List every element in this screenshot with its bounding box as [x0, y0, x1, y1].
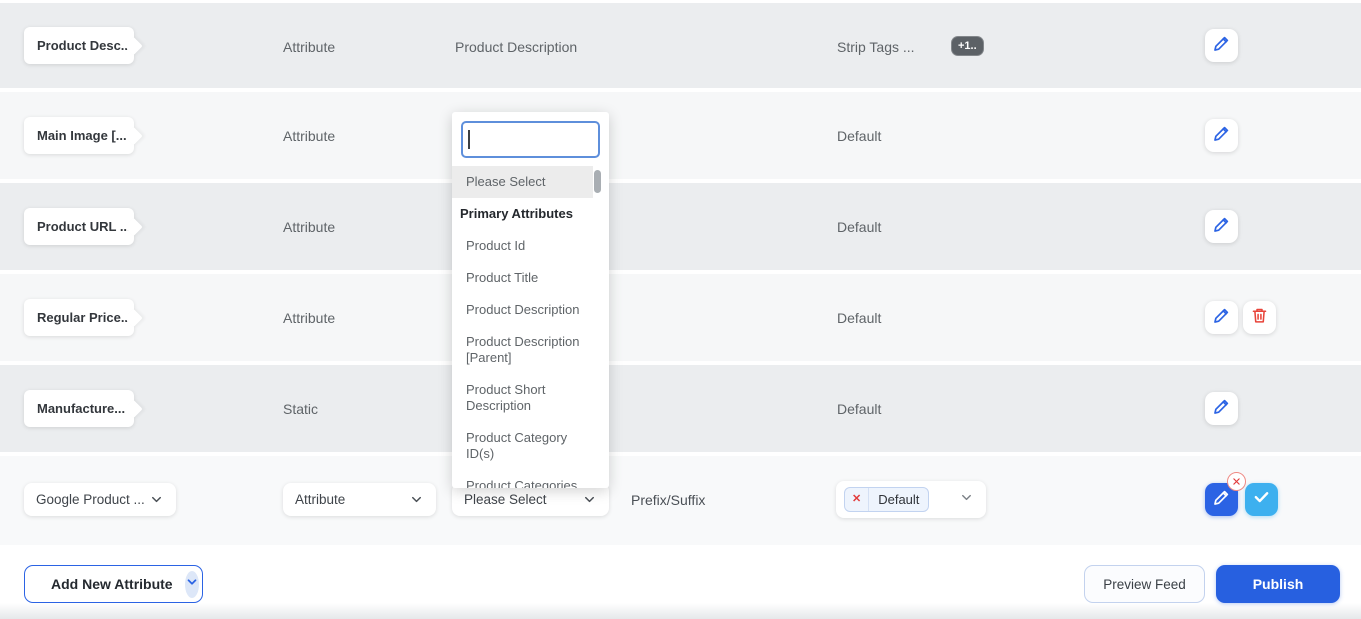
chevron-down-icon — [409, 492, 424, 507]
table-row: Regular Price... Attribute Default — [0, 274, 1361, 361]
attribute-value-select-value: Please Select — [464, 492, 547, 507]
dropdown-group-header: Primary Attributes — [460, 206, 573, 221]
text-caret — [468, 130, 470, 149]
pencil-icon — [1213, 125, 1230, 147]
output-type-label: Strip Tags ... — [837, 39, 915, 55]
add-new-attribute-label: Add New Attribute — [51, 576, 173, 592]
remove-token-icon[interactable]: ✕ — [845, 488, 870, 511]
pencil-icon — [1213, 489, 1230, 511]
attribute-type-label: Attribute — [283, 39, 336, 55]
chevron-down-icon — [582, 492, 597, 507]
dropdown-option[interactable]: Product Category ID(s) — [452, 422, 609, 470]
attribute-name-label: Regular Price... — [37, 310, 132, 325]
dropdown-option[interactable]: Please Select — [452, 166, 593, 198]
trash-icon — [1251, 307, 1268, 329]
table-row-editing: Google Product ... Attribute Please Sele… — [0, 456, 1361, 545]
attribute-name-label: Manufacture... — [37, 401, 126, 416]
attribute-value-label: Product Description — [455, 39, 578, 55]
dropdown-option[interactable]: Product Title — [452, 262, 609, 294]
cancel-edit-badge[interactable] — [1227, 472, 1246, 491]
bottom-gradient — [0, 603, 1361, 619]
attribute-name-label: Product URL ... — [37, 219, 131, 234]
confirm-button[interactable] — [1245, 483, 1278, 516]
attribute-name-label: Main Image [... — [37, 128, 127, 143]
dropdown-option[interactable]: Product Description — [452, 294, 609, 326]
chevron-circle[interactable] — [184, 570, 199, 598]
table-row: Main Image [... Attribute Default — [0, 92, 1361, 179]
selected-output-token: ✕ Default — [844, 487, 930, 512]
attribute-type-label: Attribute — [283, 128, 336, 144]
merge-count-badge[interactable]: +1.. — [951, 36, 984, 56]
dropdown-search-wrap — [452, 112, 609, 166]
pencil-icon — [1213, 307, 1230, 329]
table-row: Product URL ... Attribute Default — [0, 183, 1361, 270]
attribute-name-tag[interactable]: Regular Price... — [24, 299, 134, 336]
attribute-name-select[interactable]: Google Product ... — [24, 483, 176, 516]
attribute-type-label: Attribute — [283, 219, 336, 235]
publish-button[interactable]: Publish — [1216, 565, 1340, 603]
attribute-name-tag[interactable]: Manufacture... — [24, 390, 134, 427]
preview-feed-button[interactable]: Preview Feed — [1084, 565, 1205, 603]
edit-button[interactable] — [1205, 119, 1238, 152]
delete-button[interactable] — [1243, 301, 1276, 334]
output-type-label: Default — [837, 128, 882, 144]
edit-button[interactable] — [1205, 210, 1238, 243]
attribute-type-select-value: Attribute — [295, 492, 346, 507]
attribute-type-label: Static — [283, 401, 319, 417]
dropdown-option[interactable]: Product Short Description — [452, 374, 609, 422]
table-row: Product Desc... Attribute Product Descri… — [0, 3, 1361, 88]
edit-button-active[interactable] — [1205, 472, 1246, 516]
attribute-name-select-value: Google Product ... — [36, 492, 145, 507]
attribute-name-tag[interactable]: Product URL ... — [24, 208, 134, 245]
output-type-label: Default — [837, 401, 882, 417]
output-type-label: Default — [837, 219, 882, 235]
edit-button[interactable] — [1205, 29, 1238, 62]
check-icon — [1253, 489, 1270, 511]
attribute-dropdown-panel: Please Select Primary Attributes Product… — [452, 112, 609, 488]
table-row: Manufacture... Static Default — [0, 365, 1361, 452]
dropdown-search-input[interactable] — [461, 121, 600, 158]
attribute-name-tag[interactable]: Main Image [... — [24, 117, 134, 154]
dropdown-option-list: Please Select Primary Attributes Product… — [452, 166, 609, 488]
output-type-select[interactable]: ✕ Default — [836, 481, 986, 518]
attribute-type-label: Attribute — [283, 310, 336, 326]
dropdown-option[interactable]: Product Description [Parent] — [452, 326, 609, 374]
output-token-label: Default — [878, 492, 920, 507]
feed-attribute-mapping-screen: Product Desc... Attribute Product Descri… — [0, 0, 1361, 619]
chevron-down-icon — [149, 492, 164, 507]
pencil-icon — [1213, 35, 1230, 57]
attribute-name-label: Product Desc... — [37, 38, 132, 53]
chevron-down-icon — [185, 575, 199, 594]
output-type-label: Default — [837, 310, 882, 326]
chevron-down-icon — [959, 490, 974, 510]
prefix-suffix-label: Prefix/Suffix — [631, 492, 706, 508]
attribute-type-select[interactable]: Attribute — [283, 483, 436, 516]
edit-button[interactable] — [1205, 301, 1238, 334]
pencil-icon — [1213, 216, 1230, 238]
dropdown-scrollbar-thumb[interactable] — [594, 170, 601, 193]
edit-button[interactable] — [1205, 392, 1238, 425]
pencil-icon — [1213, 398, 1230, 420]
dropdown-option[interactable]: Product Id — [452, 230, 609, 262]
add-new-attribute-button[interactable]: Add New Attribute — [24, 565, 203, 603]
dropdown-option[interactable]: Product Categories — [452, 470, 609, 488]
close-icon — [1232, 473, 1241, 491]
attribute-name-tag[interactable]: Product Desc... — [24, 27, 134, 64]
